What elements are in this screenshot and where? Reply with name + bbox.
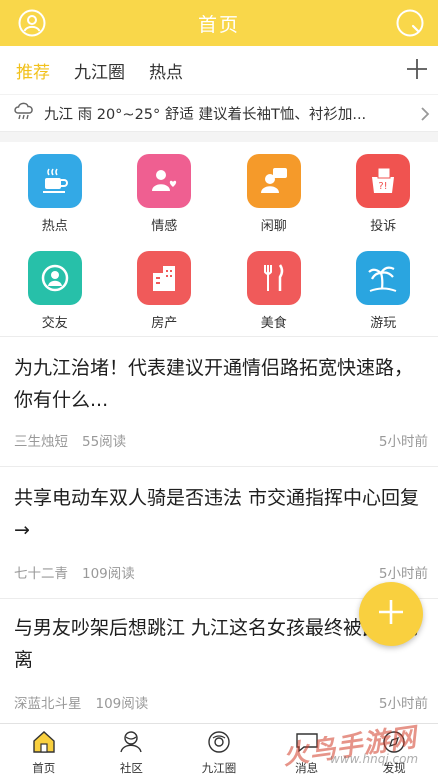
category-food[interactable]: 美食 xyxy=(219,239,329,336)
category-emotion[interactable]: 情感 xyxy=(110,142,220,239)
divider xyxy=(0,466,438,467)
tab-jiujiang-circle[interactable]: 九江圈 xyxy=(74,58,125,83)
page-title: 首页 xyxy=(198,10,240,37)
tab-hot[interactable]: 热点 xyxy=(149,58,183,83)
article-title: 共享电动车双人骑是否违法 市交通指挥中心回复 → xyxy=(14,482,424,546)
article-meta: 三生烛短 55阅读 xyxy=(14,430,140,450)
article-time: 5小时前 xyxy=(379,562,428,582)
fork-knife-icon xyxy=(247,251,301,305)
building-icon xyxy=(137,251,191,305)
article-meta-row: 七十二青 109阅读 5小时前 xyxy=(0,562,438,582)
category-chat[interactable]: 闲聊 xyxy=(219,142,329,239)
coffee-icon xyxy=(28,154,82,208)
article-meta: 七十二青 109阅读 xyxy=(14,562,149,582)
article-author: 三生烛短 xyxy=(14,434,68,450)
category-grid: 热点 情感 闲聊 ?! 投诉 交友 房产 美食 xyxy=(0,142,438,336)
chat-person-icon xyxy=(247,154,301,208)
weather-text: 九江 雨 20°~25° 舒适 建议着长袖T恤、衬衫加... xyxy=(44,103,414,124)
community-icon xyxy=(118,730,144,758)
search-icon[interactable] xyxy=(396,9,424,37)
article-time: 5小时前 xyxy=(379,430,428,450)
category-friends[interactable]: 交友 xyxy=(0,239,110,336)
category-hot[interactable]: 热点 xyxy=(0,142,110,239)
top-bar: 首页 xyxy=(0,0,438,46)
article-author: 七十二青 xyxy=(14,566,68,582)
article-reads: 109阅读 xyxy=(96,696,149,712)
article-item[interactable]: 为九江治堵！代表建议开通情侣路拓宽快速路，你有什么... xyxy=(0,352,438,416)
article-item[interactable]: 共享电动车双人骑是否违法 市交通指挥中心回复 → xyxy=(0,482,438,546)
article-meta: 深蓝北斗星 109阅读 xyxy=(14,692,162,712)
circle-icon xyxy=(206,730,232,758)
category-realestate[interactable]: 房产 xyxy=(110,239,220,336)
add-channel-icon[interactable] xyxy=(406,58,428,80)
cloud-rain-icon xyxy=(12,100,36,126)
nav-label: 首页 xyxy=(32,760,55,776)
category-travel[interactable]: 游玩 xyxy=(329,239,438,336)
article-meta-row: 三生烛短 55阅读 5小时前 xyxy=(0,430,438,450)
category-complaint[interactable]: ?! 投诉 xyxy=(329,142,438,239)
channel-tabs: 推荐 九江圈 热点 xyxy=(0,46,438,94)
weather-bar[interactable]: 九江 雨 20°~25° 舒适 建议着长袖T恤、衬衫加... xyxy=(0,94,438,132)
friend-search-icon xyxy=(28,251,82,305)
home-icon xyxy=(31,730,57,758)
article-reads: 55阅读 xyxy=(82,434,126,450)
tab-recommend[interactable]: 推荐 xyxy=(16,58,50,83)
article-title: 为九江治堵！代表建议开通情侣路拓宽快速路，你有什么... xyxy=(14,352,424,416)
person-heart-icon xyxy=(137,154,191,208)
category-label: 热点 xyxy=(42,215,68,234)
palm-tree-icon xyxy=(356,251,410,305)
nav-label: 社区 xyxy=(120,760,143,776)
divider xyxy=(0,336,438,337)
nav-home[interactable]: 首页 xyxy=(0,724,88,776)
category-label: 房产 xyxy=(151,312,177,331)
complaint-box-icon: ?! xyxy=(356,154,410,208)
category-label: 游玩 xyxy=(370,312,396,331)
nav-community[interactable]: 社区 xyxy=(88,724,176,776)
user-avatar-icon[interactable] xyxy=(18,9,46,37)
create-post-button[interactable] xyxy=(359,582,423,646)
article-meta-row: 深蓝北斗星 109阅读 5小时前 xyxy=(0,692,438,712)
svg-text:?!: ?! xyxy=(379,181,388,192)
watermark-url: www.hnqj.com xyxy=(330,752,418,766)
nav-circle[interactable]: 九江圈 xyxy=(175,724,263,776)
section-gap xyxy=(0,132,438,142)
category-label: 情感 xyxy=(151,215,177,234)
chevron-right-icon xyxy=(420,106,430,126)
article-time: 5小时前 xyxy=(379,692,428,712)
category-label: 投诉 xyxy=(370,215,396,234)
article-author: 深蓝北斗星 xyxy=(14,696,82,712)
category-label: 交友 xyxy=(42,312,68,331)
article-reads: 109阅读 xyxy=(82,566,135,582)
plus-icon xyxy=(377,598,405,630)
category-label: 闲聊 xyxy=(261,215,287,234)
nav-label: 九江圈 xyxy=(202,760,237,776)
category-label: 美食 xyxy=(261,312,287,331)
